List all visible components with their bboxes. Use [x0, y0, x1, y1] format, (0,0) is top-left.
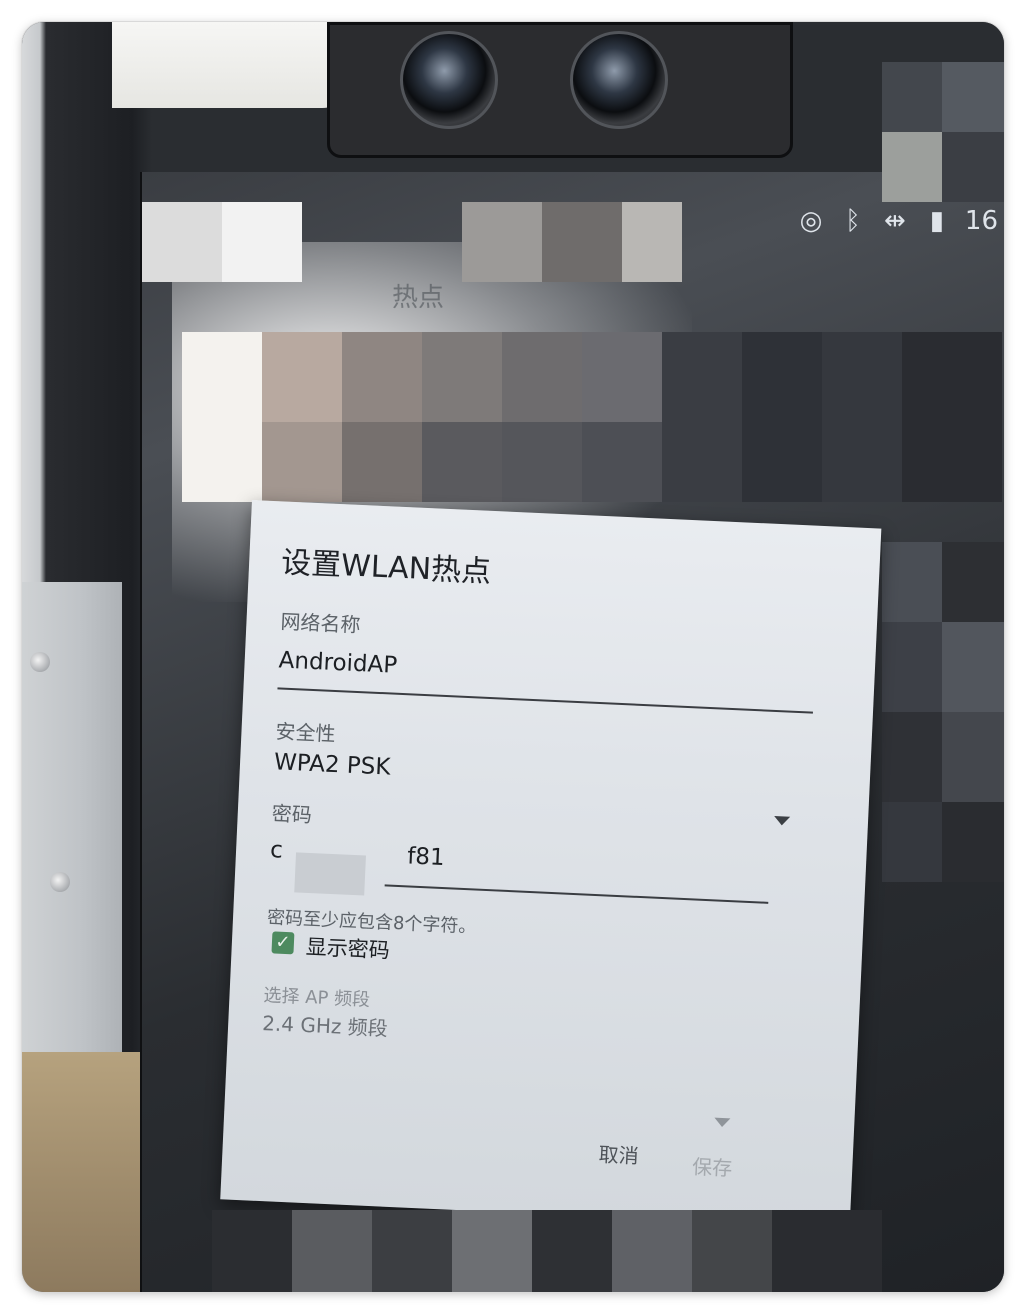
camera-lens-icon — [570, 31, 668, 129]
privacy-mosaic — [882, 542, 1004, 882]
screw-icon — [30, 652, 50, 672]
top-light-strip — [112, 22, 352, 108]
camera-module — [327, 22, 793, 158]
show-password-checkbox[interactable]: ✓ — [271, 931, 295, 955]
password-underline — [384, 884, 769, 904]
hotspot-settings-dialog: 设置WLAN热点 网络名称 AndroidAP 安全性 WPA2 PSK 密码 … — [220, 500, 882, 1228]
privacy-mosaic — [882, 62, 1004, 202]
network-name-underline — [277, 687, 813, 714]
save-button[interactable]: 保存 — [692, 1151, 733, 1182]
privacy-mosaic — [182, 332, 1002, 502]
chevron-down-icon[interactable] — [773, 816, 791, 826]
dialog-title: 设置WLAN热点 — [280, 545, 492, 590]
bluetooth-icon: ᛒ — [845, 206, 861, 236]
network-name-field[interactable]: AndroidAP — [278, 647, 398, 678]
floor-background — [22, 1052, 152, 1292]
mounting-rail — [22, 582, 122, 1112]
password-label: 密码 — [271, 801, 313, 828]
data-transfer-icon: ⇹ — [884, 206, 906, 236]
privacy-mosaic — [212, 1210, 882, 1292]
camera-lens-icon — [400, 31, 498, 129]
background-page-title: 热点 — [392, 283, 445, 313]
chevron-down-icon[interactable] — [714, 1117, 731, 1128]
status-bar: ◎ ᛒ ⇹ ▮ 16 — [797, 204, 1004, 238]
security-label: 安全性 — [274, 719, 337, 747]
password-prefix: c — [269, 837, 284, 864]
show-password-label[interactable]: 显示密码 — [305, 931, 390, 965]
photo-frame: ◎ ᛒ ⇹ ▮ 16 热点 设置WLAN热点 网络名称 AndroidAP 安全… — [22, 22, 1004, 1292]
network-name-label: 网络名称 — [279, 609, 361, 638]
status-clock: 16 — [964, 206, 998, 236]
privacy-mosaic — [142, 202, 682, 282]
password-suffix: f81 — [406, 843, 446, 872]
battery-charging-icon: ▮ — [929, 206, 945, 236]
security-select[interactable]: WPA2 PSK — [274, 749, 391, 780]
ap-band-select[interactable]: 2.4 GHz 频段 — [262, 1007, 389, 1042]
hotspot-icon: ◎ — [799, 206, 823, 236]
password-privacy-mosaic — [294, 852, 366, 896]
screw-icon — [50, 872, 70, 892]
cancel-button[interactable]: 取消 — [598, 1138, 639, 1169]
